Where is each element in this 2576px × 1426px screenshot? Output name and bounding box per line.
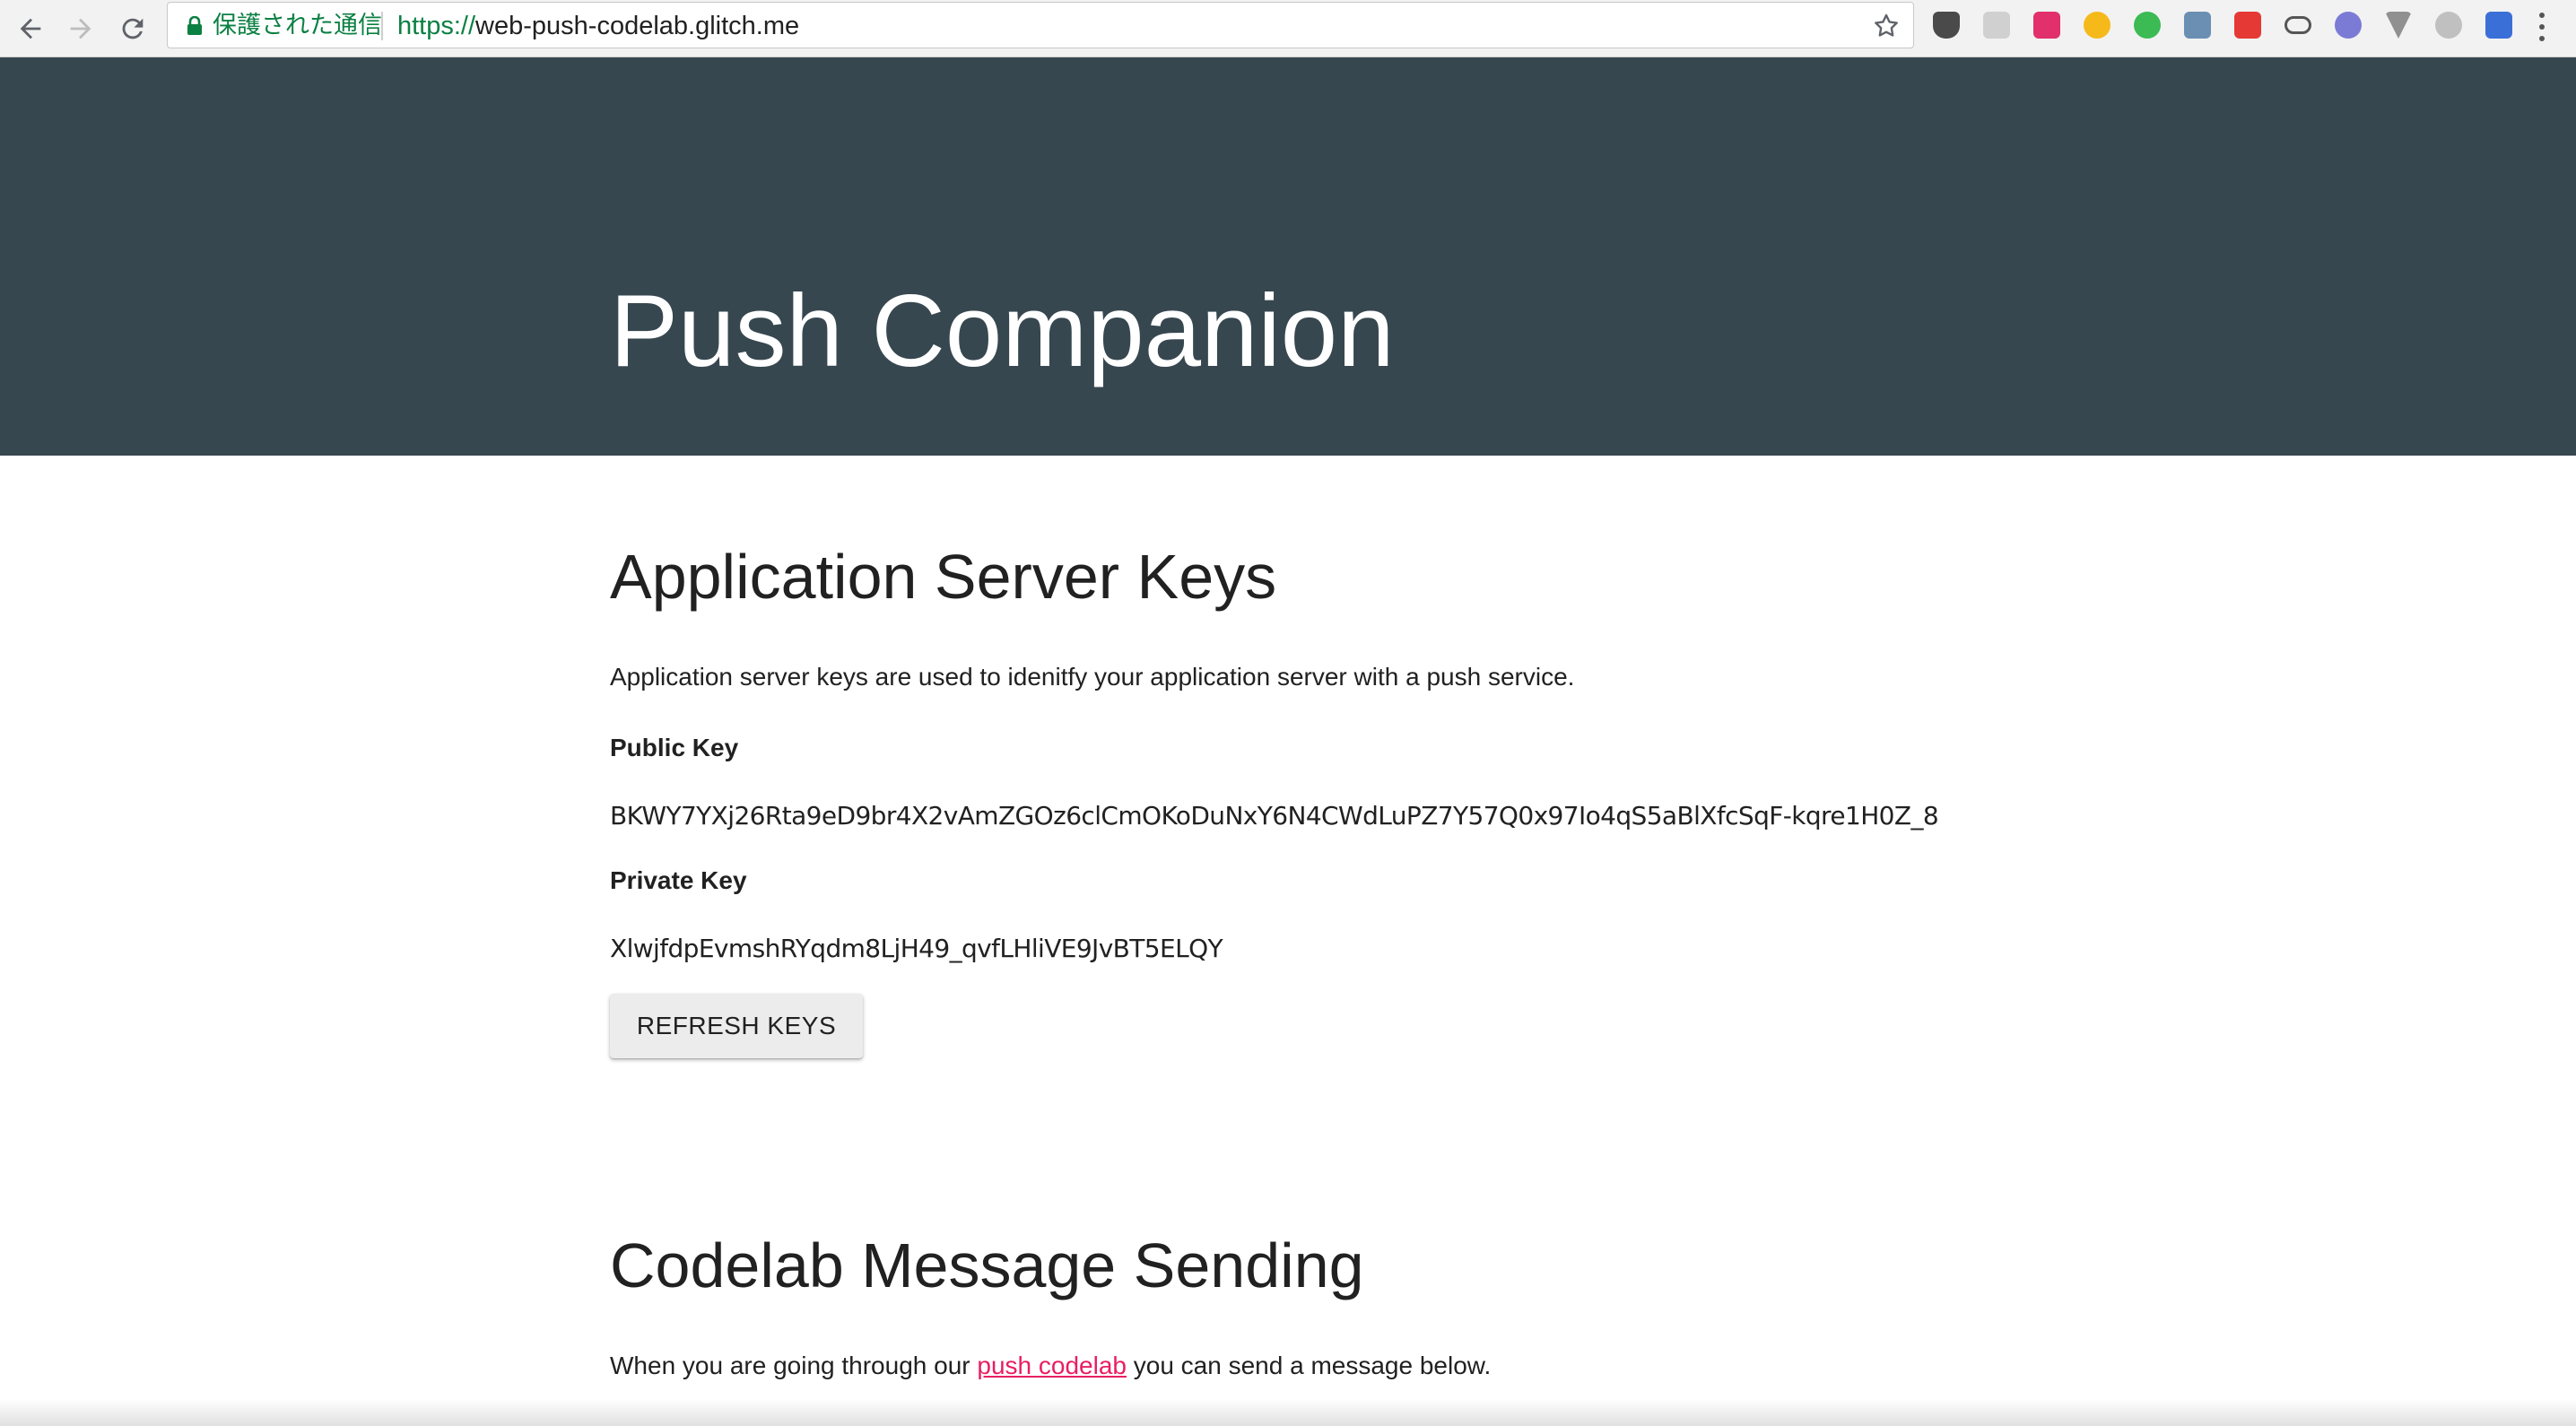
page-bottom-shadow [0, 1399, 2576, 1426]
pocket-extension-icon[interactable] [1930, 9, 1962, 41]
eyedropper-icon [2184, 12, 2211, 39]
page-title: Push Companion [610, 274, 1395, 388]
menu-dots-icon[interactable] [2533, 9, 2551, 45]
message-description: When you are going through our push code… [610, 1350, 1491, 1382]
browser-toolbar: 保護された通信 https://web-push-codelab.glitch.… [0, 0, 2576, 57]
public-key-value[interactable]: BKWY7YXj26Rta9eD9br4X2vAmZGOz6clCmOKoDuN… [610, 800, 1939, 832]
url-text[interactable]: https://web-push-codelab.glitch.me [397, 3, 799, 49]
push-codelab-link[interactable]: push codelab [977, 1352, 1127, 1379]
refresh-keys-button[interactable]: REFRESH KEYS [610, 994, 863, 1058]
url-host: web-push-codelab.glitch.me [475, 12, 800, 40]
hero-header: Push Companion [0, 57, 2576, 456]
bars-icon [2485, 12, 2512, 39]
extension-icon-7[interactable] [2232, 9, 2264, 41]
message-section-heading: Codelab Message Sending [610, 1230, 1364, 1300]
private-key-value[interactable]: XlwjfdpEvmshRYqdm8LjH49_qvfLHliVE9JvBT5E… [610, 933, 1223, 965]
arrow-right-icon [70, 18, 91, 39]
extension-icon-4[interactable] [2081, 9, 2113, 41]
private-key-label: Private Key [610, 866, 747, 894]
vee-icon [2385, 12, 2412, 39]
message-text-after: you can send a message below. [1126, 1352, 1492, 1379]
reload-button[interactable] [111, 7, 154, 50]
keys-description: Application server keys are used to iden… [610, 663, 1575, 691]
back-button[interactable] [9, 7, 52, 50]
planet-icon [2335, 12, 2362, 39]
url-scheme: https:// [397, 12, 476, 40]
chat-icon [1983, 12, 2010, 39]
extension-icon-10[interactable] [2382, 9, 2415, 41]
extension-icon-5[interactable] [2131, 9, 2163, 41]
message-text-before: When you are going through our [610, 1352, 978, 1379]
extension-icon-3[interactable] [2031, 9, 2063, 41]
cloud-icon [2284, 16, 2311, 34]
extension-icon-11[interactable] [2432, 9, 2465, 41]
address-bar[interactable]: 保護された通信 https://web-push-codelab.glitch.… [167, 2, 1914, 48]
reload-icon [122, 18, 144, 39]
extension-icon-2[interactable] [1980, 9, 2013, 41]
public-key-label: Public Key [610, 734, 739, 761]
extension-icon-6[interactable] [2181, 9, 2214, 41]
address-divider [381, 12, 383, 40]
red-arrows-icon [2234, 12, 2261, 39]
extension-icon-8[interactable] [2282, 9, 2314, 41]
secure-connection-label: 保護された通信 [213, 12, 382, 39]
bookmark-star-icon[interactable] [1872, 12, 1901, 40]
star-badge-icon [2084, 12, 2110, 39]
lock-icon [187, 16, 202, 35]
pocket-icon [1933, 12, 1960, 39]
arrow-left-icon [20, 18, 41, 39]
forward-button[interactable] [59, 7, 102, 50]
q-badge-icon [2033, 12, 2060, 39]
extension-icon-9[interactable] [2332, 9, 2364, 41]
react-icon [2435, 12, 2462, 39]
keys-section-heading: Application Server Keys [610, 542, 1277, 612]
extension-icon-12[interactable] [2483, 9, 2515, 41]
d-circle-icon [2134, 12, 2161, 39]
